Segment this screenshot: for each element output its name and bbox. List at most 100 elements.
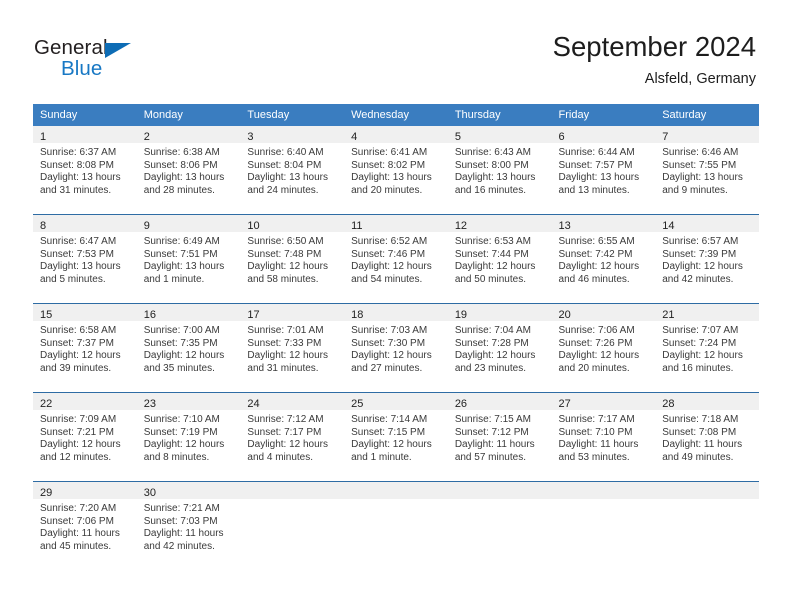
calendar-day-cell[interactable]: 12 Sunrise: 6:53 AM Sunset: 7:44 PM Dayligh… bbox=[447, 214, 552, 304]
day-details: Sunrise: 7:07 AM Sunset: 7:24 PM Daylight:… bbox=[655, 321, 759, 375]
daylight-text: Daylight: 13 hours and 5 minutes. bbox=[40, 261, 121, 285]
daylight-text: Daylight: 12 hours and 31 minutes. bbox=[247, 350, 329, 374]
sunrise-text: Sunrise: 7:06 AM bbox=[558, 325, 635, 336]
day-number-band: 24 bbox=[240, 393, 345, 410]
day-number-band: 20 bbox=[551, 304, 656, 321]
sunrise-text: Sunrise: 7:20 AM bbox=[40, 503, 117, 514]
day-number: 8 bbox=[40, 220, 47, 232]
sunset-text: Sunset: 7:19 PM bbox=[143, 426, 218, 438]
calendar-day-cell[interactable]: 17 Sunrise: 7:01 AM Sunset: 7:33 PM Dayligh… bbox=[240, 303, 345, 393]
calendar-day-cell[interactable]: 15 Sunrise: 6:58 AM Sunset: 7:37 PM Dayligh… bbox=[33, 303, 137, 393]
day-cell-content: 24 Sunrise: 7:12 AM Sunset: 7:17 PM Dayligh… bbox=[240, 393, 345, 481]
calendar-day-cell[interactable]: 22 Sunrise: 7:09 AM Sunset: 7:21 PM Dayligh… bbox=[33, 392, 137, 482]
day-cell-content: 5 Sunrise: 6:43 AM Sunset: 8:00 PM Daylight… bbox=[447, 126, 552, 214]
page-header: General Blue September 2024 Alsfeld, Ger… bbox=[0, 0, 792, 100]
general-blue-logo[interactable]: General Blue bbox=[34, 36, 164, 84]
sunrise-text: Sunrise: 6:57 AM bbox=[662, 236, 739, 247]
calendar-day-cell[interactable]: 13 Sunrise: 6:55 AM Sunset: 7:42 PM Dayligh… bbox=[551, 214, 656, 304]
calendar-day-cell[interactable]: 1 Sunrise: 6:37 AM Sunset: 8:08 PM Daylight… bbox=[33, 126, 137, 215]
day-details: Sunrise: 7:12 AM Sunset: 7:17 PM Daylight:… bbox=[240, 410, 344, 464]
daylight-text: Daylight: 12 hours and 16 minutes. bbox=[662, 350, 743, 374]
day-number-band: 10 bbox=[240, 215, 345, 232]
sunrise-text: Sunrise: 6:49 AM bbox=[143, 236, 220, 247]
day-details: Sunrise: 6:55 AM Sunset: 7:42 PM Daylight:… bbox=[552, 232, 656, 286]
sunset-text: Sunset: 7:24 PM bbox=[662, 337, 737, 349]
calendar-day-cell[interactable]: 28 Sunrise: 7:18 AM Sunset: 7:08 PM Dayligh… bbox=[655, 392, 759, 482]
calendar-day-cell[interactable]: 23 Sunrise: 7:10 AM Sunset: 7:19 PM Dayligh… bbox=[136, 392, 241, 482]
day-cell-content: 28 Sunrise: 7:18 AM Sunset: 7:08 PM Dayligh… bbox=[655, 393, 759, 481]
daylight-text: Daylight: 13 hours and 28 minutes. bbox=[143, 172, 225, 196]
daylight-text: Daylight: 13 hours and 1 minute. bbox=[143, 261, 225, 285]
calendar-day-cell[interactable]: 30 Sunrise: 7:21 AM Sunset: 7:03 PM Dayligh… bbox=[136, 481, 241, 570]
day-details bbox=[240, 499, 344, 503]
day-cell-content bbox=[551, 482, 656, 570]
sunset-text: Sunset: 7:30 PM bbox=[351, 337, 426, 349]
page-title: September 2024 bbox=[552, 31, 756, 62]
sunrise-text: Sunrise: 7:21 AM bbox=[143, 503, 220, 514]
day-details bbox=[655, 499, 759, 503]
day-number-band: 21 bbox=[655, 304, 759, 321]
day-number: 4 bbox=[351, 131, 358, 143]
sunrise-text: Sunrise: 7:09 AM bbox=[40, 414, 117, 425]
calendar-day-cell[interactable]: 9 Sunrise: 6:49 AM Sunset: 7:51 PM Daylight… bbox=[136, 214, 241, 304]
day-number-band: 15 bbox=[33, 304, 137, 321]
daylight-text: Daylight: 12 hours and 20 minutes. bbox=[558, 350, 640, 374]
calendar-day-cell[interactable]: 7 Sunrise: 6:46 AM Sunset: 7:55 PM Daylight… bbox=[655, 126, 759, 215]
sunrise-text: Sunrise: 6:52 AM bbox=[351, 236, 428, 247]
calendar-day-cell[interactable]: 20 Sunrise: 7:06 AM Sunset: 7:26 PM Dayligh… bbox=[551, 303, 656, 393]
day-number-band bbox=[447, 482, 552, 499]
calendar-day-cell[interactable]: 26 Sunrise: 7:15 AM Sunset: 7:12 PM Dayligh… bbox=[447, 392, 552, 482]
day-number: 17 bbox=[247, 309, 260, 321]
calendar-day-cell[interactable]: 6 Sunrise: 6:44 AM Sunset: 7:57 PM Daylight… bbox=[551, 126, 656, 215]
calendar-day-cell[interactable]: 19 Sunrise: 7:04 AM Sunset: 7:28 PM Dayligh… bbox=[447, 303, 552, 393]
day-number-band: 18 bbox=[344, 304, 448, 321]
calendar-day-cell[interactable]: 2 Sunrise: 6:38 AM Sunset: 8:06 PM Daylight… bbox=[136, 126, 241, 215]
day-cell-content: 13 Sunrise: 6:55 AM Sunset: 7:42 PM Dayligh… bbox=[551, 215, 656, 303]
daylight-text: Daylight: 13 hours and 16 minutes. bbox=[454, 172, 536, 196]
day-details: Sunrise: 6:44 AM Sunset: 7:57 PM Daylight:… bbox=[552, 143, 656, 197]
calendar-week-row: 8 Sunrise: 6:47 AM Sunset: 7:53 PM Daylight… bbox=[33, 214, 759, 304]
sunrise-text: Sunrise: 7:17 AM bbox=[558, 414, 635, 425]
calendar-day-cell[interactable]: 18 Sunrise: 7:03 AM Sunset: 7:30 PM Dayligh… bbox=[344, 303, 448, 393]
day-number: 30 bbox=[143, 487, 156, 499]
day-cell-content: 2 Sunrise: 6:38 AM Sunset: 8:06 PM Daylight… bbox=[136, 126, 241, 214]
calendar-day-cell[interactable]: 3 Sunrise: 6:40 AM Sunset: 8:04 PM Daylight… bbox=[240, 126, 345, 215]
day-number-band: 11 bbox=[344, 215, 448, 232]
calendar-day-cell[interactable]: 25 Sunrise: 7:14 AM Sunset: 7:15 PM Dayligh… bbox=[344, 392, 448, 482]
sunset-text: Sunset: 8:00 PM bbox=[454, 159, 529, 171]
day-number-band: 8 bbox=[33, 215, 137, 232]
daylight-text: Daylight: 13 hours and 24 minutes. bbox=[247, 172, 329, 196]
day-cell-content: 22 Sunrise: 7:09 AM Sunset: 7:21 PM Dayligh… bbox=[33, 393, 137, 481]
calendar-page: General Blue September 2024 Alsfeld, Ger… bbox=[0, 0, 792, 612]
calendar-day-cell[interactable]: 4 Sunrise: 6:41 AM Sunset: 8:02 PM Daylight… bbox=[344, 126, 448, 215]
calendar-day-cell[interactable]: 16 Sunrise: 7:00 AM Sunset: 7:35 PM Dayligh… bbox=[136, 303, 241, 393]
daylight-text: Daylight: 11 hours and 57 minutes. bbox=[454, 439, 535, 463]
calendar-day-cell[interactable]: 29 Sunrise: 7:20 AM Sunset: 7:06 PM Dayligh… bbox=[33, 481, 137, 570]
calendar-day-cell[interactable]: 21 Sunrise: 7:07 AM Sunset: 7:24 PM Dayligh… bbox=[655, 303, 759, 393]
daylight-text: Daylight: 13 hours and 13 minutes. bbox=[558, 172, 640, 196]
daylight-text: Daylight: 12 hours and 12 minutes. bbox=[40, 439, 121, 463]
daylight-text: Daylight: 12 hours and 8 minutes. bbox=[143, 439, 225, 463]
calendar-day-cell[interactable]: 27 Sunrise: 7:17 AM Sunset: 7:10 PM Dayligh… bbox=[551, 392, 656, 482]
calendar-day-cell[interactable]: 14 Sunrise: 6:57 AM Sunset: 7:39 PM Dayligh… bbox=[655, 214, 759, 304]
sunrise-text: Sunrise: 7:07 AM bbox=[662, 325, 739, 336]
calendar-day-cell[interactable]: 8 Sunrise: 6:47 AM Sunset: 7:53 PM Daylight… bbox=[33, 214, 137, 304]
day-number: 23 bbox=[143, 398, 156, 410]
daylight-text: Daylight: 12 hours and 58 minutes. bbox=[247, 261, 329, 285]
calendar-day-cell[interactable]: 5 Sunrise: 6:43 AM Sunset: 8:00 PM Daylight… bbox=[447, 126, 552, 215]
sunset-text: Sunset: 7:10 PM bbox=[558, 426, 633, 438]
calendar-day-cell[interactable]: 11 Sunrise: 6:52 AM Sunset: 7:46 PM Dayligh… bbox=[344, 214, 448, 304]
calendar-day-cell[interactable]: 24 Sunrise: 7:12 AM Sunset: 7:17 PM Dayligh… bbox=[240, 392, 345, 482]
day-cell-content bbox=[240, 482, 345, 570]
day-number: 3 bbox=[247, 131, 254, 143]
calendar-day-cell[interactable]: 10 Sunrise: 6:50 AM Sunset: 7:48 PM Dayligh… bbox=[240, 214, 345, 304]
logo-text-blue: Blue bbox=[61, 57, 103, 80]
day-cell-content: 20 Sunrise: 7:06 AM Sunset: 7:26 PM Dayligh… bbox=[551, 304, 656, 392]
sunset-text: Sunset: 7:06 PM bbox=[40, 515, 114, 527]
day-number: 14 bbox=[662, 220, 675, 232]
day-number: 7 bbox=[662, 131, 669, 143]
weekday-header-friday: Friday bbox=[551, 104, 656, 126]
sunset-text: Sunset: 7:51 PM bbox=[143, 248, 218, 260]
day-cell-content: 6 Sunrise: 6:44 AM Sunset: 7:57 PM Daylight… bbox=[551, 126, 656, 214]
day-details: Sunrise: 7:00 AM Sunset: 7:35 PM Daylight:… bbox=[137, 321, 241, 375]
